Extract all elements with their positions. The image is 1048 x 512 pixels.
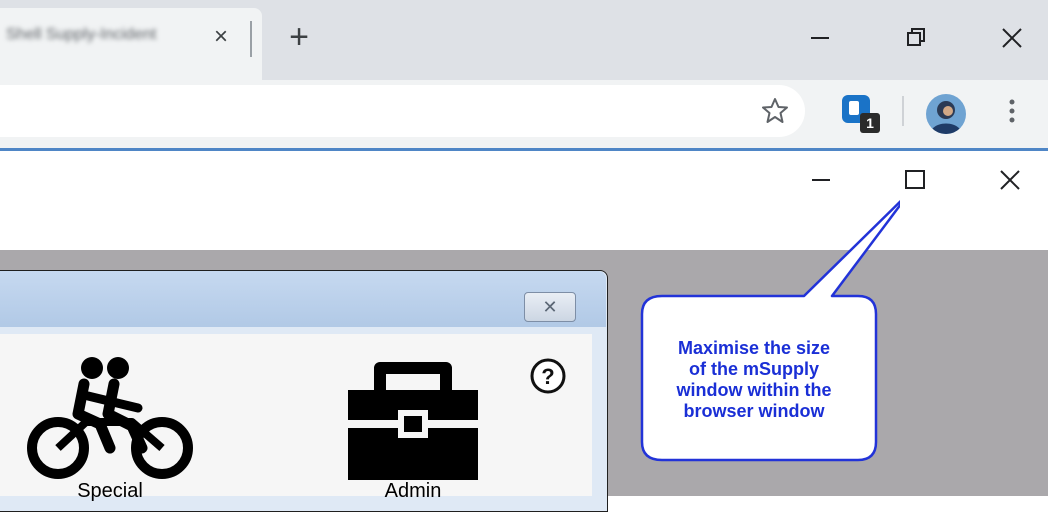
bookmark-star-icon[interactable] bbox=[760, 96, 790, 126]
svg-text:?: ? bbox=[541, 364, 554, 389]
tab-title[interactable]: Shell Supply-Incident bbox=[6, 26, 196, 48]
chrome-minimize-button[interactable] bbox=[800, 18, 840, 58]
callout-line-1: Maximise the size bbox=[677, 338, 831, 358]
extension-badge: 1 bbox=[860, 113, 880, 133]
tandem-bicycle-icon[interactable] bbox=[20, 352, 200, 480]
address-bar[interactable] bbox=[0, 85, 805, 137]
msupply-maximize-button[interactable] bbox=[894, 160, 934, 200]
chrome-restore-button[interactable] bbox=[896, 18, 936, 58]
tab-separator bbox=[250, 21, 252, 57]
callout-line-3: window within the bbox=[676, 380, 832, 400]
profile-avatar[interactable] bbox=[926, 94, 966, 134]
more-menu-icon[interactable] bbox=[1002, 96, 1022, 126]
new-tab-button[interactable]: + bbox=[282, 20, 316, 54]
chrome-close-button[interactable] bbox=[992, 18, 1032, 58]
callout-line-4: browser window bbox=[683, 401, 825, 421]
special-label: Special bbox=[77, 480, 143, 502]
msupply-window-titlebar[interactable] bbox=[0, 271, 606, 327]
admin-label: Admin bbox=[384, 480, 442, 502]
close-icon: ✕ bbox=[542, 297, 558, 317]
tab-close-button[interactable]: × bbox=[208, 24, 234, 50]
help-icon[interactable]: ? bbox=[528, 356, 568, 396]
callout-text: Maximise the size of the mSupply window … bbox=[636, 320, 872, 440]
inner-window-close-button[interactable]: ✕ bbox=[524, 292, 576, 322]
toolbar-separator bbox=[902, 96, 904, 126]
callout-line-2: of the mSupply bbox=[688, 359, 819, 379]
msupply-close-button[interactable] bbox=[990, 160, 1030, 200]
toolbox-icon[interactable] bbox=[340, 356, 486, 480]
